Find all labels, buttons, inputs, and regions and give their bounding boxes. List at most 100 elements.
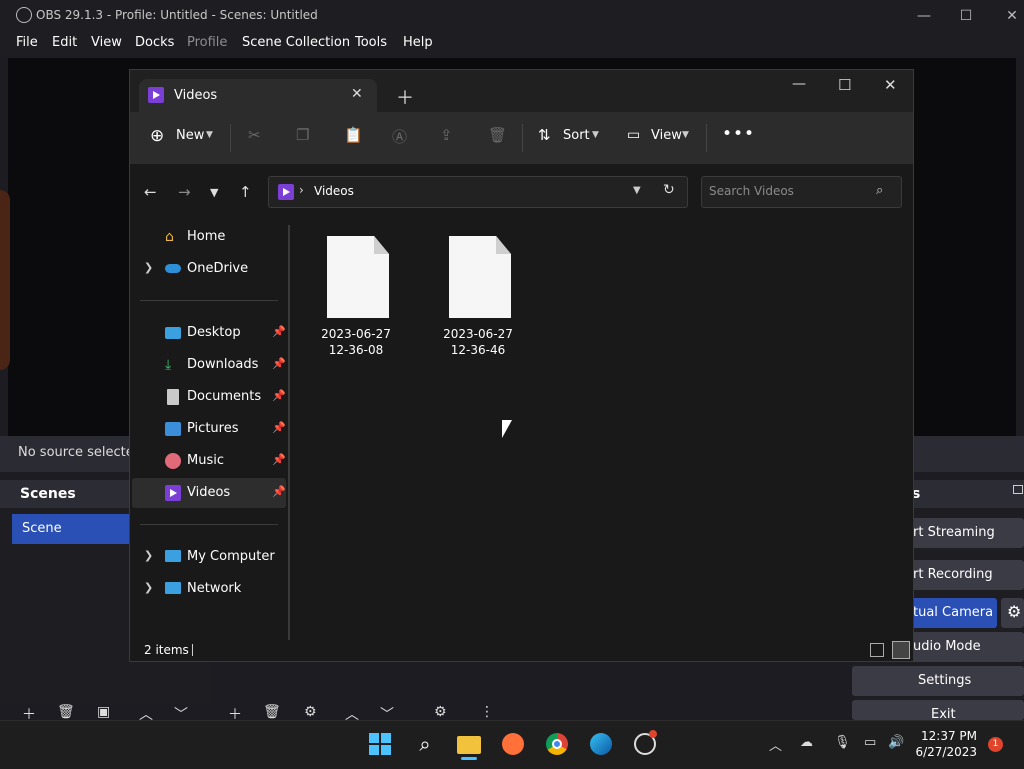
menu-profile[interactable]: Profile: [187, 35, 227, 50]
chevron-right-icon[interactable]: ❯: [144, 581, 153, 594]
tab-videos[interactable]: Videos ✕: [139, 79, 377, 113]
sidebar-item-music[interactable]: Music 📌: [132, 446, 286, 476]
file-explorer-taskbar-icon[interactable]: [453, 728, 485, 760]
menu-help[interactable]: Help: [403, 35, 433, 50]
menu-scene-collection[interactable]: Scene Collection: [242, 35, 350, 50]
sidebar-item-label: Downloads: [187, 357, 259, 372]
share-icon[interactable]: ⇪: [440, 126, 453, 144]
menu-view[interactable]: View: [91, 35, 122, 50]
pin-icon[interactable]: 📌: [272, 325, 286, 338]
notification-badge[interactable]: 1: [988, 737, 1003, 752]
pin-icon[interactable]: 📌: [272, 389, 286, 402]
mixer-settings-icon[interactable]: ⚙: [434, 704, 447, 720]
clock-date[interactable]: 6/27/2023: [915, 745, 977, 759]
sidebar-item-pictures[interactable]: Pictures 📌: [132, 414, 286, 444]
view-button[interactable]: View: [651, 128, 682, 143]
close-icon[interactable]: ✕: [1001, 6, 1023, 26]
refresh-icon[interactable]: ↻: [663, 182, 675, 198]
search-icon: ⌕: [876, 183, 884, 198]
forward-arrow-icon[interactable]: →: [178, 183, 191, 201]
home-icon: ⌂: [165, 229, 174, 245]
menu-tools[interactable]: Tools: [355, 35, 387, 50]
more-options-icon[interactable]: •••: [722, 124, 755, 144]
sidebar-item-documents[interactable]: Documents 📌: [132, 382, 286, 412]
cut-icon[interactable]: ✂: [248, 126, 261, 144]
chevron-down-icon: ▼: [206, 130, 213, 140]
pin-icon[interactable]: 📌: [272, 453, 286, 466]
show-hidden-icons[interactable]: ︿: [769, 735, 782, 754]
paste-icon[interactable]: 📋: [344, 126, 363, 144]
file-item[interactable]: 2023-06-27 12-36-08: [301, 234, 411, 364]
search-icon[interactable]: ⌕: [409, 728, 441, 760]
pin-icon[interactable]: 📌: [272, 421, 286, 434]
source-properties-icon[interactable]: ⚙: [304, 704, 317, 720]
sidebar-item-onedrive[interactable]: ❯ OneDrive: [132, 254, 286, 284]
onedrive-offline-icon[interactable]: ☁: [800, 735, 813, 750]
clock-time[interactable]: 12:37 PM: [921, 729, 977, 743]
maximize-icon[interactable]: ☐: [838, 76, 851, 94]
scene-filter-icon[interactable]: ▣: [97, 704, 110, 720]
microphone-icon[interactable]: 🎙: [834, 735, 851, 750]
delete-icon[interactable]: 🗑: [488, 126, 507, 144]
sidebar-item-downloads[interactable]: ⤓ Downloads 📌: [132, 350, 286, 380]
no-source-label: No source selected: [18, 445, 142, 460]
address-bar[interactable]: › Videos ▼ ↻: [268, 176, 688, 208]
sidebar-item-label: Pictures: [187, 421, 239, 436]
new-button[interactable]: New: [176, 128, 204, 143]
menu-file[interactable]: File: [16, 35, 38, 50]
address-dropdown-icon[interactable]: ▼: [633, 185, 641, 196]
search-placeholder: Search Videos: [709, 184, 794, 198]
sort-icon: ⇅: [538, 126, 551, 144]
maximize-icon[interactable]: ☐: [955, 6, 977, 26]
pin-icon[interactable]: 📌: [272, 485, 286, 498]
sidebar-item-my-computer[interactable]: ❯ My Computer: [132, 542, 286, 572]
cloud-icon: [165, 264, 181, 273]
remove-scene-icon[interactable]: 🗑: [57, 704, 75, 720]
remove-source-icon[interactable]: 🗑: [263, 704, 281, 720]
menu-docks[interactable]: Docks: [135, 35, 174, 50]
volume-icon[interactable]: 🔊: [888, 735, 904, 750]
sidebar-item-desktop[interactable]: Desktop 📌: [132, 318, 286, 348]
sidebar-item-home[interactable]: ⌂ Home: [132, 222, 286, 252]
file-item[interactable]: 2023-06-27 12-36-46: [423, 234, 533, 364]
edge-icon[interactable]: [585, 728, 617, 760]
sort-button[interactable]: Sort: [563, 128, 590, 143]
search-input[interactable]: Search Videos ⌕: [701, 176, 902, 208]
sidebar-item-label: Home: [187, 229, 226, 244]
large-icons-view-icon[interactable]: [892, 641, 910, 659]
sidebar-item-label: Videos: [187, 485, 231, 500]
chevron-right-icon[interactable]: ❯: [144, 261, 153, 274]
copy-icon[interactable]: ❐: [296, 126, 309, 144]
pane-splitter[interactable]: [288, 225, 290, 640]
up-arrow-icon[interactable]: ↑: [239, 183, 252, 201]
sidebar-item-network[interactable]: ❯ Network: [132, 574, 286, 604]
details-view-icon[interactable]: [870, 643, 884, 657]
sidebar-item-label: Music: [187, 453, 224, 468]
sidebar-item-videos[interactable]: Videos 📌: [132, 478, 286, 508]
close-icon[interactable]: ✕: [884, 76, 897, 94]
network-status-icon[interactable]: ▭: [864, 735, 876, 750]
menu-edit[interactable]: Edit: [52, 35, 77, 50]
start-button[interactable]: [365, 728, 397, 760]
recent-locations-icon[interactable]: ▼: [210, 186, 218, 199]
preview-content: [0, 190, 10, 370]
tab-close-icon[interactable]: ✕: [351, 86, 363, 102]
firefox-icon[interactable]: [497, 728, 529, 760]
minimize-icon[interactable]: —: [913, 6, 935, 26]
tab-title: Videos: [174, 88, 218, 103]
minimize-icon[interactable]: —: [792, 76, 806, 92]
rename-icon[interactable]: Ⓐ: [392, 126, 407, 147]
chevron-right-icon[interactable]: ❯: [144, 549, 153, 562]
pin-icon[interactable]: 📌: [272, 357, 286, 370]
dock-float-icon[interactable]: [1013, 485, 1023, 494]
new-tab-icon[interactable]: ＋: [396, 84, 414, 110]
sidebar-item-label: Desktop: [187, 325, 241, 340]
breadcrumb[interactable]: Videos: [314, 184, 354, 198]
mixer-menu-icon[interactable]: ⋮: [480, 704, 494, 720]
videos-folder-icon: [148, 87, 164, 103]
back-arrow-icon[interactable]: ←: [144, 183, 157, 201]
chrome-icon[interactable]: [541, 728, 573, 760]
file-explorer-window: Videos ✕ ＋ — ☐ ✕ ⊕ New ▼ ✂ ❐ 📋 Ⓐ ⇪ 🗑 ⇅ S…: [129, 69, 914, 662]
pictures-icon: [165, 422, 181, 436]
obs-taskbar-icon[interactable]: [629, 728, 661, 760]
